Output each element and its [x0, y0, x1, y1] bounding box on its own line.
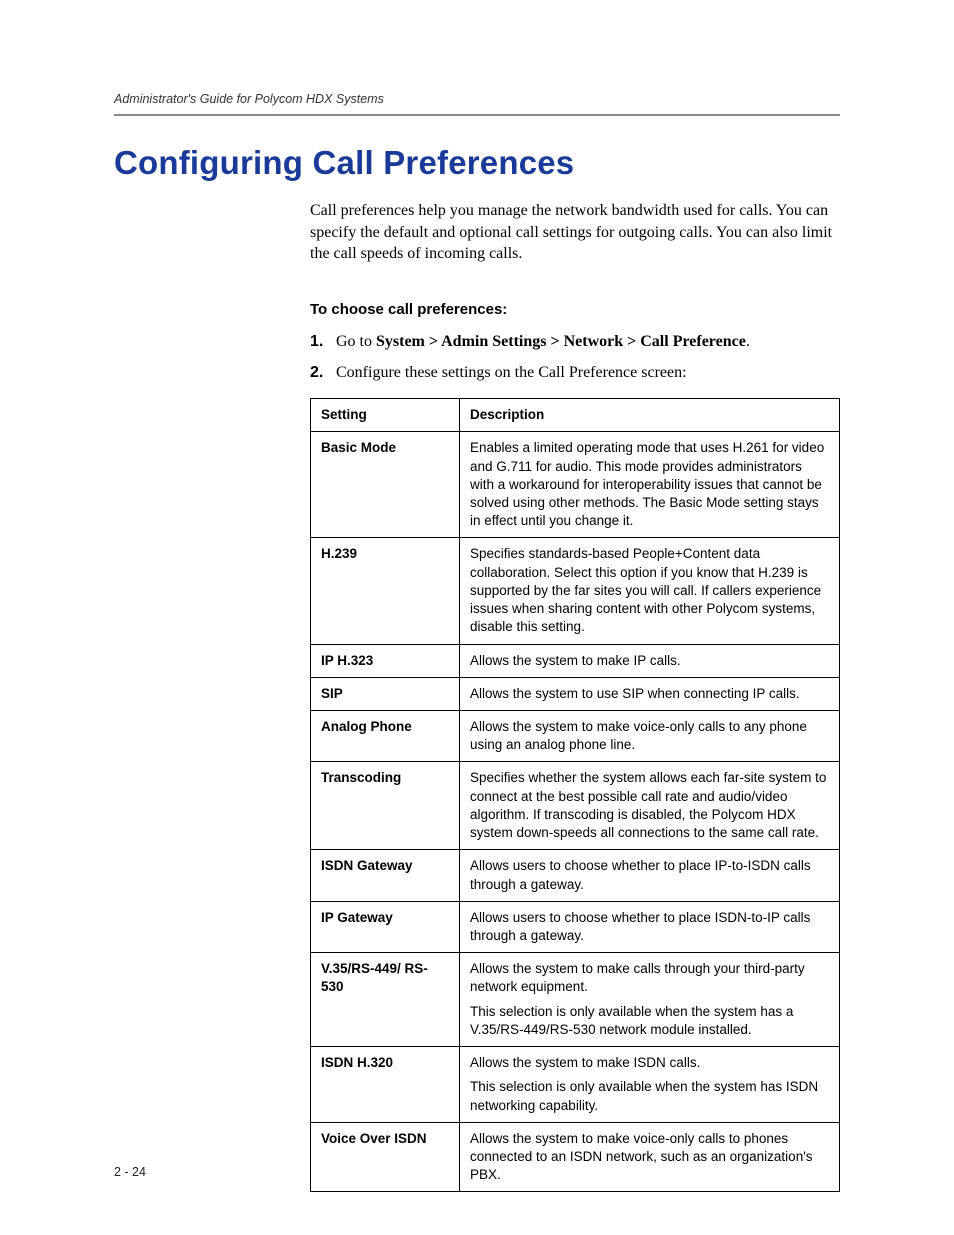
page: Administrator's Guide for Polycom HDX Sy…	[0, 0, 954, 1235]
description-paragraph: Enables a limited operating mode that us…	[470, 439, 829, 530]
description-cell: Allows the system to make IP calls.	[460, 644, 840, 677]
table-row: IP H.323 Allows the system to make IP cal…	[311, 644, 840, 677]
table-row: IP Gateway Allows users to choose whether…	[311, 901, 840, 952]
description-paragraph: Allows users to choose whether to place …	[470, 909, 829, 945]
step-suffix: .	[746, 333, 750, 350]
setting-cell: IP H.323	[311, 644, 460, 677]
description-paragraph: This selection is only available when th…	[470, 1003, 829, 1039]
step-prefix: Configure these settings on the Call Pre…	[336, 364, 687, 381]
table-row: V.35/RS-449/ RS-530 Allows the system to …	[311, 953, 840, 1047]
description-paragraph: Allows the system to make ISDN calls.	[470, 1054, 829, 1072]
col-header-description: Description	[460, 399, 840, 432]
description-cell: Specifies standards-based People+Content…	[460, 538, 840, 644]
description-paragraph: Specifies whether the system allows each…	[470, 769, 829, 842]
setting-cell: H.239	[311, 538, 460, 644]
description-paragraph: Specifies standards-based People+Content…	[470, 545, 829, 636]
col-header-setting: Setting	[311, 399, 460, 432]
step-number: 1.	[310, 330, 336, 353]
description-cell: Allows the system to make calls through …	[460, 953, 840, 1047]
header-rule	[114, 114, 840, 116]
setting-cell: Transcoding	[311, 762, 460, 850]
table-row: Basic ModeEnables a limited operating mo…	[311, 432, 840, 538]
description-cell: Allows the system to make voice-only cal…	[460, 1122, 840, 1192]
table-row: TranscodingSpecifies whether the system …	[311, 762, 840, 850]
step-text: Configure these settings on the Call Pre…	[336, 361, 687, 384]
settings-table: Setting Description Basic ModeEnables a …	[310, 398, 840, 1192]
table-row: SIP Allows the system to use SIP when con…	[311, 677, 840, 710]
description-paragraph: Allows the system to make voice-only cal…	[470, 1130, 829, 1185]
step-2: 2. Configure these settings on the Call …	[310, 361, 840, 384]
setting-cell: Voice Over ISDN	[311, 1122, 460, 1192]
setting-cell: Analog Phone	[311, 711, 460, 762]
description-paragraph: Allows the system to make IP calls.	[470, 652, 829, 670]
description-cell: Allows users to choose whether to place …	[460, 850, 840, 901]
setting-cell: V.35/RS-449/ RS-530	[311, 953, 460, 1047]
table-header-row: Setting Description	[311, 399, 840, 432]
description-paragraph: This selection is only available when th…	[470, 1078, 829, 1114]
setting-cell: SIP	[311, 677, 460, 710]
table-row: ISDN Gateway Allows users to choose wheth…	[311, 850, 840, 901]
intro-paragraph: Call preferences help you manage the net…	[310, 200, 840, 265]
description-paragraph: Allows the system to make voice-only cal…	[470, 718, 829, 754]
description-cell: Specifies whether the system allows each…	[460, 762, 840, 850]
section-title: Configuring Call Preferences	[114, 144, 840, 182]
description-cell: Allows the system to make voice-only cal…	[460, 711, 840, 762]
setting-cell: IP Gateway	[311, 901, 460, 952]
page-number: 2 - 24	[114, 1165, 146, 1179]
step-prefix: Go to	[336, 333, 376, 350]
description-cell: Enables a limited operating mode that us…	[460, 432, 840, 538]
table-row: H.239Specifies standards-based People+Co…	[311, 538, 840, 644]
setting-cell: ISDN H.320	[311, 1047, 460, 1123]
running-header: Administrator's Guide for Polycom HDX Sy…	[114, 92, 840, 114]
step-number: 2.	[310, 361, 336, 384]
description-paragraph: Allows the system to make calls through …	[470, 960, 829, 996]
step-text: Go to System > Admin Settings > Network …	[336, 330, 750, 353]
description-paragraph: Allows users to choose whether to place …	[470, 857, 829, 893]
description-cell: Allows the system to use SIP when connec…	[460, 677, 840, 710]
description-cell: Allows the system to make ISDN calls. Thi…	[460, 1047, 840, 1123]
step-1: 1. Go to System > Admin Settings > Netwo…	[310, 330, 840, 353]
setting-cell: ISDN Gateway	[311, 850, 460, 901]
table-row: ISDN H.320Allows the system to make ISDN…	[311, 1047, 840, 1123]
table-row: Analog Phone Allows the system to make vo…	[311, 711, 840, 762]
table-row: Voice Over ISDNAllows the system to make…	[311, 1122, 840, 1192]
description-paragraph: Allows the system to use SIP when connec…	[470, 685, 829, 703]
description-cell: Allows users to choose whether to place …	[460, 901, 840, 952]
body-column: Call preferences help you manage the net…	[310, 200, 840, 1192]
setting-cell: Basic Mode	[311, 432, 460, 538]
procedure-heading: To choose call preferences:	[310, 301, 840, 318]
step-path: System > Admin Settings > Network > Call…	[376, 333, 746, 350]
